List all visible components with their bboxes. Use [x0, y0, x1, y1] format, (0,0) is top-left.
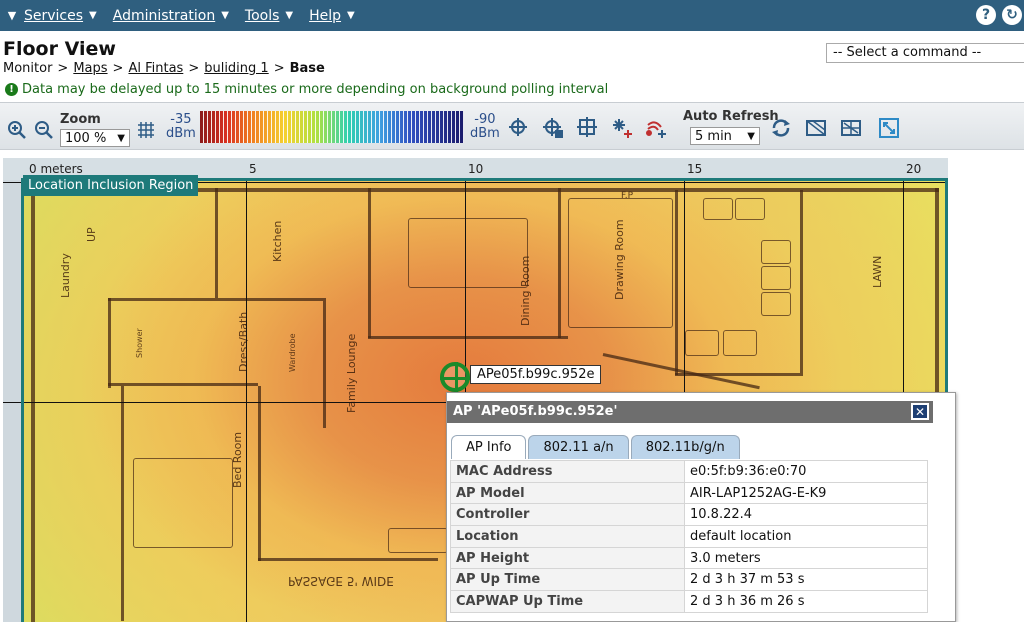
page-title: Floor View — [3, 38, 116, 60]
menu-services[interactable]: Services ▼ — [24, 8, 97, 24]
row-value: 3.0 meters — [684, 546, 928, 570]
breadcrumb-building[interactable]: buliding 1 — [204, 61, 268, 76]
table-row: AP Height 3.0 meters — [450, 546, 928, 570]
dbm-high-value: -35 — [170, 112, 192, 127]
refresh-icon[interactable]: ↻ — [1002, 5, 1022, 25]
ruler-tick: 20 — [906, 162, 922, 176]
breadcrumb-maps[interactable]: Maps — [73, 61, 107, 76]
close-icon[interactable]: ✕ — [911, 403, 929, 420]
row-key: AP Up Time — [450, 568, 685, 592]
popup-title-bar: AP 'APe05f.b99c.952e' ✕ — [447, 401, 933, 423]
ruler-tick: 10 — [468, 162, 484, 176]
breadcrumb-campus[interactable]: Al Fintas — [128, 61, 183, 76]
breadcrumb-separator: > — [57, 61, 69, 76]
breadcrumb-monitor: Monitor — [3, 61, 53, 76]
menu-tools[interactable]: Tools ▼ — [245, 8, 293, 24]
info-message: ! Data may be delayed up to 15 minutes o… — [5, 82, 608, 97]
dbm-low-unit: dBm — [470, 126, 500, 141]
row-value: default location — [684, 525, 928, 548]
ruler-tick: 5 — [249, 162, 257, 176]
row-key: Controller — [450, 503, 685, 527]
row-value: 2 d 3 h 37 m 53 s — [684, 568, 928, 592]
auto-refresh-label: Auto Refresh — [683, 109, 779, 124]
breadcrumb-separator: > — [273, 61, 285, 76]
ap-tag[interactable]: APe05f.b99c.952e — [470, 365, 602, 384]
ruler-tick: 15 — [687, 162, 703, 176]
popup-tabs: AP Info 802.11 a/n 802.11b/g/n — [451, 435, 740, 459]
top-menu-bar: ▼ Services ▼ Administration ▼ Tools ▼ Help ▼… — [0, 0, 1024, 31]
breadcrumb: Monitor > Maps > Al Fintas > buliding 1 > Base — [3, 61, 325, 76]
popup-title: AP 'APe05f.b99c.952e' — [453, 404, 618, 419]
table-row: MAC Address e0:5f:b9:36:e0:70 — [450, 460, 928, 483]
zoom-select[interactable]: 100 % ▼ — [60, 129, 130, 147]
auto-refresh-select[interactable]: 5 min ▼ — [690, 127, 760, 145]
sparkle-add-icon[interactable] — [611, 117, 633, 139]
table-row: CAPWAP Up Time 2 d 3 h 36 m 26 s — [450, 590, 928, 613]
wireless-add-icon[interactable] — [645, 117, 667, 139]
row-key: AP Height — [450, 546, 685, 570]
fullscreen-icon[interactable] — [878, 117, 900, 139]
command-select[interactable]: -- Select a command -- — [826, 43, 1024, 63]
tab-ap-info[interactable]: AP Info — [451, 435, 527, 459]
row-value: 2 d 3 h 36 m 26 s — [684, 590, 928, 613]
header-icons: ? ↻ — [976, 5, 1022, 25]
dbm-low-value: -90 — [474, 112, 496, 127]
grid-icon[interactable] — [135, 119, 157, 141]
row-value: AIR-LAP1252AG-E-K9 — [684, 481, 928, 505]
zoom-label: Zoom — [60, 112, 101, 127]
table-row: AP Model AIR-LAP1252AG-E-K9 — [450, 481, 928, 505]
ap-info-table: MAC Address e0:5f:b9:36:e0:70 AP Model AIR… — [450, 460, 928, 613]
map-toolbar: Zoom 100 % ▼ -35 dBm -90 dBm Auto Refresh… — [0, 102, 1024, 150]
add-element-icon[interactable] — [508, 117, 530, 139]
table-row: Location default location — [450, 525, 928, 548]
chevron-down-icon: ▼ — [347, 10, 355, 21]
chevron-down-icon: ▼ — [221, 10, 229, 21]
breadcrumb-separator: > — [112, 61, 124, 76]
locate-element-icon[interactable] — [577, 117, 599, 139]
dbm-high: -35 dBm — [166, 113, 196, 141]
row-key: AP Model — [450, 481, 685, 505]
ap-info-popup: AP 'APe05f.b99c.952e' ✕ AP Info 802.11 a… — [446, 392, 956, 622]
row-key: MAC Address — [450, 460, 685, 483]
region-label: Location Inclusion Region — [23, 175, 199, 196]
zoom-out-icon[interactable] — [33, 119, 55, 141]
map-properties-icon[interactable] — [805, 117, 827, 139]
auto-refresh-value: 5 min — [695, 128, 732, 144]
chevron-down-icon: ▼ — [285, 10, 294, 21]
row-key: Location — [450, 525, 685, 548]
menu-toggle-icon[interactable]: ▼ — [0, 9, 24, 22]
menu-help-label: Help — [309, 7, 342, 24]
tab-80211an[interactable]: 802.11 a/n — [528, 435, 629, 459]
ruler-tick: 0 meters — [29, 162, 83, 176]
table-row: AP Up Time 2 d 3 h 37 m 53 s — [450, 568, 928, 592]
dbm-low: -90 dBm — [470, 113, 500, 141]
map-editor-icon[interactable] — [840, 117, 862, 139]
dbm-high-unit: dBm — [166, 126, 196, 141]
chevron-down-icon: ▼ — [747, 130, 755, 142]
zoom-value: 100 % — [65, 130, 107, 146]
menu-help[interactable]: Help ▼ — [309, 8, 355, 24]
move-element-icon[interactable] — [542, 117, 564, 139]
access-point-icon[interactable] — [440, 362, 470, 392]
chevron-down-icon: ▼ — [89, 10, 97, 21]
info-message-text: Data may be delayed up to 15 minutes or … — [22, 82, 609, 97]
zoom-in-icon[interactable] — [6, 119, 28, 141]
menu-administration-label: Administration — [112, 7, 216, 24]
tab-80211bgn[interactable]: 802.11b/g/n — [630, 435, 740, 459]
breadcrumb-current: Base — [289, 61, 325, 76]
table-row: Controller 10.8.22.4 — [450, 503, 928, 527]
row-value: e0:5f:b9:36:e0:70 — [684, 460, 928, 483]
refresh-map-icon[interactable] — [770, 117, 792, 139]
chevron-down-icon: ▼ — [117, 132, 125, 144]
row-key: CAPWAP Up Time — [450, 590, 685, 613]
row-value: 10.8.22.4 — [684, 503, 928, 527]
breadcrumb-separator: > — [188, 61, 200, 76]
menu-services-label: Services — [24, 7, 84, 24]
help-icon[interactable]: ? — [976, 5, 996, 25]
info-icon: ! — [5, 83, 18, 96]
signal-strength-scale — [200, 111, 464, 143]
menu-tools-label: Tools — [244, 7, 280, 24]
menu-administration[interactable]: Administration ▼ — [113, 8, 229, 24]
